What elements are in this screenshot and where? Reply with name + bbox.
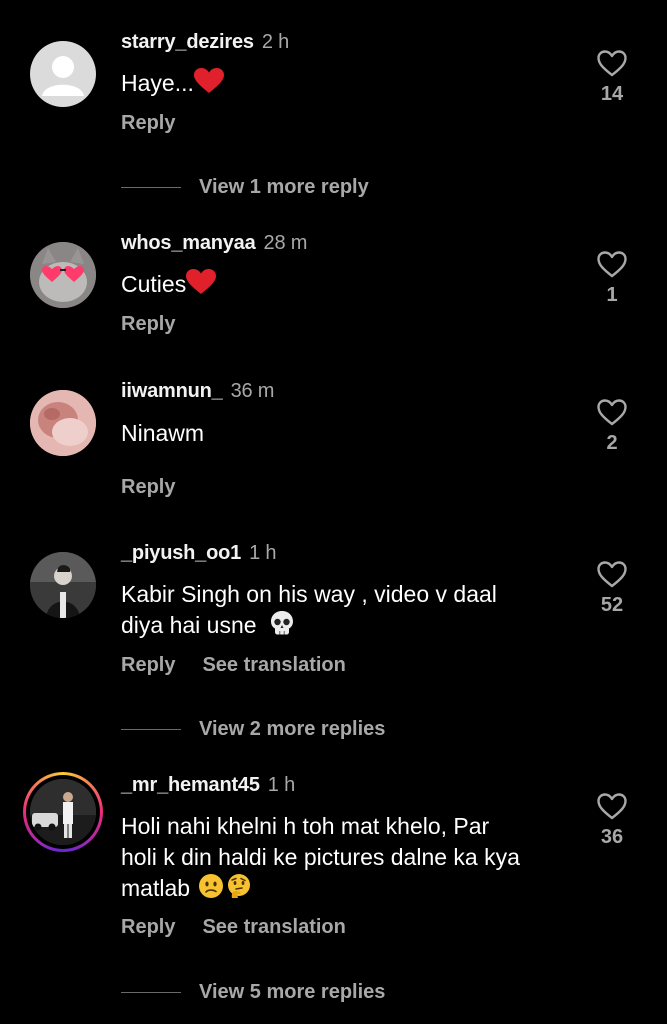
view-more-replies[interactable]: View 1 more reply <box>121 176 369 199</box>
default-avatar-icon <box>42 56 84 96</box>
avatar-iiwamnun[interactable] <box>30 390 96 456</box>
comment-time: 1 h <box>249 542 277 564</box>
comment-actions: Reply See translation <box>121 654 373 677</box>
like-button[interactable]: 36 <box>592 793 632 849</box>
red-heart-emoji <box>193 68 224 93</box>
view-more-replies[interactable]: View 2 more replies <box>121 718 385 741</box>
comment-username[interactable]: starry_dezires 2 h <box>121 31 289 54</box>
heart-outline-icon[interactable] <box>597 50 627 77</box>
like-button[interactable]: 52 <box>592 561 632 617</box>
like-button[interactable]: 2 <box>592 399 632 455</box>
avatar-piyush[interactable] <box>30 552 96 618</box>
divider-line <box>121 992 181 994</box>
like-button[interactable]: 14 <box>592 50 632 106</box>
comment-actions: Reply <box>121 112 202 135</box>
comment-username[interactable]: iiwamnun_ 36 m <box>121 380 274 403</box>
person-with-car-avatar <box>30 779 96 845</box>
blurred-pink-photo-avatar <box>30 390 96 456</box>
heart-outline-icon[interactable] <box>597 793 627 820</box>
comment-actions: Reply See translation <box>121 916 373 939</box>
comment-username[interactable]: _piyush_oo1 1 h <box>121 542 276 565</box>
avatar-mr-hemant <box>30 779 96 845</box>
like-button[interactable]: 1 <box>592 251 632 307</box>
comment-text: Ninawm <box>121 420 205 446</box>
reply-button[interactable]: Reply <box>121 112 175 134</box>
comment-time: 2 h <box>261 31 290 53</box>
view-more-replies[interactable]: View 5 more replies <box>121 981 385 1004</box>
divider-line <box>121 187 181 189</box>
see-translation-button[interactable]: See translation <box>202 916 345 938</box>
like-count: 14 <box>600 83 624 105</box>
thinking-face-emoji <box>228 874 251 898</box>
comment-actions: Reply <box>121 313 202 336</box>
like-count: 2 <box>606 432 618 454</box>
like-count: 36 <box>600 826 624 848</box>
comment-text: Kabir Singh on his way , video v daal di… <box>121 581 497 638</box>
heart-outline-icon[interactable] <box>597 251 627 278</box>
comment-time: 1 h <box>267 774 295 796</box>
comment-text: Haye... <box>121 68 571 99</box>
comment-text: Cuties <box>121 269 571 300</box>
comment-time: 28 m <box>263 232 308 254</box>
avatar-default[interactable] <box>30 41 96 107</box>
reply-button[interactable]: Reply <box>121 654 175 676</box>
like-count: 52 <box>600 594 624 616</box>
comment-actions: Reply <box>121 476 202 499</box>
red-heart-emoji <box>186 269 217 294</box>
avatar-whos-manyaa[interactable] <box>30 242 96 308</box>
like-count: 1 <box>606 284 618 306</box>
heart-outline-icon[interactable] <box>597 399 627 426</box>
skull-emoji <box>270 611 293 635</box>
comment-username[interactable]: whos_manyaa 28 m <box>121 232 307 255</box>
person-photo-avatar <box>30 552 96 618</box>
heart-outline-icon[interactable] <box>597 561 627 588</box>
reply-button[interactable]: Reply <box>121 313 175 335</box>
reply-button[interactable]: Reply <box>121 916 175 938</box>
divider-line <box>121 729 181 731</box>
comment-time: 36 m <box>230 380 275 402</box>
see-translation-button[interactable]: See translation <box>202 654 345 676</box>
story-ring[interactable] <box>23 772 103 852</box>
cat-with-heart-glasses-avatar <box>30 242 96 308</box>
comment-username[interactable]: _mr_hemant45 1 h <box>121 774 295 797</box>
reply-button[interactable]: Reply <box>121 476 175 498</box>
comment-text: Holi nahi khelni h toh mat khelo, Par ho… <box>121 813 520 901</box>
confused-face-emoji <box>199 874 224 898</box>
